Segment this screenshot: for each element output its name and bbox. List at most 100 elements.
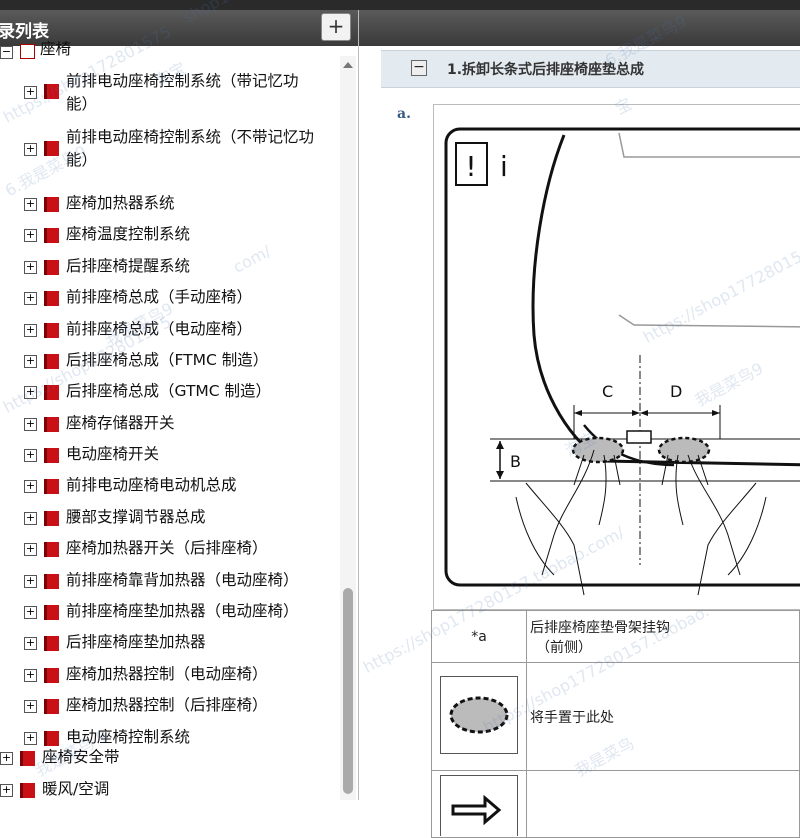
tree-item-label: 前排座椅总成（手动座椅） xyxy=(66,288,253,306)
expand-icon[interactable]: + xyxy=(24,418,37,431)
book-icon xyxy=(44,84,59,99)
tree-item-label: 后排座椅总成（GTMC 制造） xyxy=(66,382,272,400)
tree-item[interactable]: + 座椅加热器控制（后排座椅） xyxy=(0,694,340,718)
expand-icon[interactable]: + xyxy=(24,143,37,156)
scroll-up-icon[interactable] xyxy=(343,62,353,68)
tree-item-label: 前排座椅座垫加热器（电动座椅） xyxy=(66,602,299,620)
book-icon xyxy=(44,448,59,463)
seat-illustration: ! i B C D xyxy=(428,127,800,608)
book-icon xyxy=(20,783,35,798)
step-label: a. xyxy=(397,106,411,122)
collapse-toggle-icon[interactable]: − xyxy=(0,46,13,59)
expand-icon[interactable]: + xyxy=(24,575,37,588)
tree-item[interactable]: + 前排电动座椅电动机总成 xyxy=(0,474,340,498)
desc-line: 后排座椅座垫骨架挂钩 xyxy=(530,619,670,636)
book-open-icon xyxy=(20,44,35,59)
book-icon xyxy=(44,542,59,557)
tree-item[interactable]: + 座椅加热器控制（电动座椅） xyxy=(0,663,340,687)
book-icon xyxy=(44,479,59,494)
tree-node-hvac[interactable]: + 暖风/空调 xyxy=(0,778,340,800)
tree-item[interactable]: + 座椅加热器开关（后排座椅） xyxy=(0,537,340,561)
tree-node-seatbelt[interactable]: + 座椅安全带 xyxy=(0,746,340,770)
expand-icon[interactable]: + xyxy=(24,543,37,556)
tree-item[interactable]: + 前排电动座椅控制系统（带记忆功 能） xyxy=(0,70,340,118)
section-header[interactable]: − 1.拆卸长条式后排座椅座垫总成 xyxy=(381,50,800,88)
tree-item-label-line2: 能） xyxy=(66,95,98,113)
top-bar xyxy=(0,0,800,10)
expand-icon[interactable]: + xyxy=(24,700,37,713)
tree-item-label: 前排电动座椅控制系统（带记忆功 xyxy=(66,72,299,90)
tree-item[interactable]: + 前排座椅座垫加热器（电动座椅） xyxy=(0,600,340,624)
tree-item[interactable]: + 前排座椅靠背加热器（电动座椅） xyxy=(0,569,340,593)
tree-item-label: 前排电动座椅控制系统（不带记忆功 xyxy=(66,128,315,146)
tree-item[interactable]: + 后排座椅提醒系统 xyxy=(0,255,340,279)
tree-item-label: 座椅加热器开关（后排座椅） xyxy=(66,539,268,557)
dashed-oval-icon xyxy=(440,676,518,754)
tree-item[interactable]: + 后排座椅总成（FTMC 制造） xyxy=(0,349,340,373)
expand-icon[interactable]: + xyxy=(24,606,37,619)
tree-item-label: 前排座椅总成（电动座椅） xyxy=(66,320,253,338)
tree-item[interactable]: + 前排座椅总成（电动座椅） xyxy=(0,318,340,342)
add-button[interactable]: + xyxy=(321,13,351,41)
expand-icon[interactable]: + xyxy=(24,512,37,525)
expand-icon[interactable]: + xyxy=(24,261,37,274)
book-icon xyxy=(44,417,59,432)
tree-item-label: 腰部支撑调节器总成 xyxy=(66,508,206,526)
tree-item[interactable]: + 座椅温度控制系统 xyxy=(0,223,340,247)
tree-item[interactable]: + 座椅存储器开关 xyxy=(0,412,340,436)
expand-icon[interactable]: + xyxy=(24,292,37,305)
table-cell-key: *a xyxy=(431,610,527,663)
tree-item-label: 座椅存储器开关 xyxy=(66,414,175,432)
book-icon xyxy=(44,605,59,620)
procedure-figure: ! i B C D xyxy=(428,104,800,610)
tree-item-label: 座椅温度控制系统 xyxy=(66,225,191,243)
tree-item[interactable]: + 前排电动座椅控制系统（不带记忆功 能） xyxy=(0,126,340,174)
book-icon xyxy=(44,668,59,683)
book-icon xyxy=(44,636,59,651)
expand-icon[interactable]: + xyxy=(24,732,37,745)
tree-item[interactable]: + 腰部支撑调节器总成 xyxy=(0,506,340,530)
expand-icon[interactable]: + xyxy=(24,229,37,242)
content-panel: − 1.拆卸长条式后排座椅座垫总成 a. ! i B C D *a 后排座椅座垫… xyxy=(359,10,800,838)
expand-icon[interactable]: + xyxy=(24,386,37,399)
expand-icon[interactable]: + xyxy=(0,784,13,797)
tree-item-label: 前排座椅靠背加热器（电动座椅） xyxy=(66,571,299,589)
expand-icon[interactable]: + xyxy=(24,669,37,682)
tree-scrollbar[interactable] xyxy=(340,56,356,800)
tree-item[interactable]: + 电动座椅开关 xyxy=(0,443,340,467)
tree-item[interactable]: + 前排座椅总成（手动座椅） xyxy=(0,286,340,310)
figure-corner-label: d xyxy=(434,595,435,608)
expand-icon[interactable]: + xyxy=(24,324,37,337)
book-icon xyxy=(44,699,59,714)
expand-icon[interactable]: + xyxy=(24,86,37,99)
warning-icon: ! xyxy=(465,150,476,183)
scrollbar-thumb[interactable] xyxy=(343,588,353,794)
tree-node-seat[interactable]: − 座椅 xyxy=(0,40,340,62)
tree-item-label: 座椅加热器控制（电动座椅） xyxy=(66,665,268,683)
tree-item[interactable]: + 后排座椅总成（GTMC 制造） xyxy=(0,380,340,404)
expand-icon[interactable]: + xyxy=(24,449,37,462)
book-icon xyxy=(44,385,59,400)
tree-item-label: 后排座椅座垫加热器 xyxy=(66,633,206,651)
table-cell-key xyxy=(431,770,527,838)
book-icon xyxy=(44,228,59,243)
tree-node-label: 座椅 xyxy=(40,40,72,58)
tree-item-label: 前排电动座椅电动机总成 xyxy=(66,476,237,494)
expand-icon[interactable]: + xyxy=(0,752,13,765)
expand-icon[interactable]: + xyxy=(24,480,37,493)
tree-item[interactable]: + 座椅加热器系统 xyxy=(0,192,340,216)
tree-item-label-line2: 能） xyxy=(66,151,98,169)
collapse-icon[interactable]: − xyxy=(411,60,427,76)
expand-icon[interactable]: + xyxy=(24,355,37,368)
tree-item-label: 电动座椅开关 xyxy=(66,445,160,463)
tree-item[interactable]: + 后排座椅座垫加热器 xyxy=(0,631,340,655)
tree-item-label: 后排座椅提醒系统 xyxy=(66,257,191,275)
desc-line: （前侧） xyxy=(536,639,592,656)
book-icon xyxy=(44,323,59,338)
tree-item-label: 座椅加热器系统 xyxy=(66,194,175,212)
table-row: *a 后排座椅座垫骨架挂钩 （前侧） xyxy=(431,610,800,663)
expand-icon[interactable]: + xyxy=(24,198,37,211)
book-icon xyxy=(44,731,59,746)
expand-icon[interactable]: + xyxy=(24,637,37,650)
tree-node-label: 暖风/空调 xyxy=(42,780,110,798)
